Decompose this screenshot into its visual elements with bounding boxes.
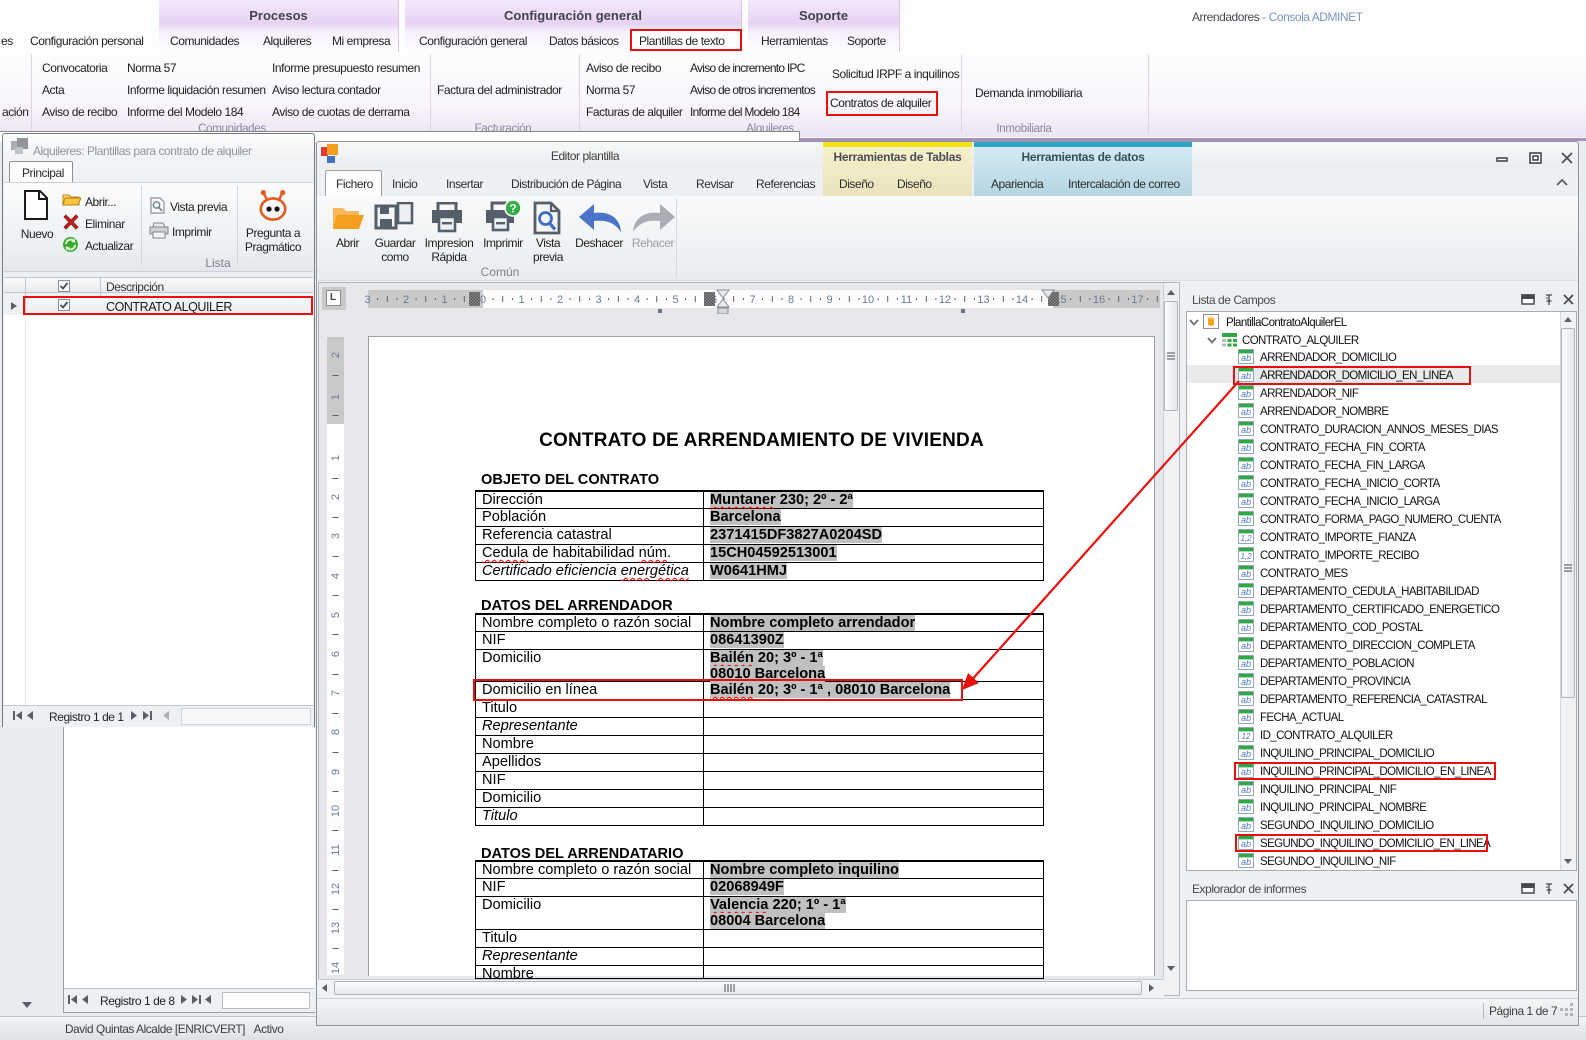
svg-text:4: 4	[634, 294, 640, 306]
svg-text:5: 5	[330, 612, 342, 618]
svg-text:3: 3	[595, 294, 601, 306]
svg-text:13: 13	[330, 922, 342, 934]
svg-text:12: 12	[939, 294, 951, 306]
svg-text:ab: ab	[1241, 713, 1251, 723]
svg-text:9: 9	[826, 294, 832, 306]
svg-text:12: 12	[330, 883, 342, 895]
svg-text:8: 8	[788, 294, 794, 306]
svg-text:ab: ab	[1241, 857, 1251, 867]
svg-text:5: 5	[672, 294, 678, 306]
svg-text:ab: ab	[1241, 353, 1251, 363]
svg-text:9: 9	[330, 769, 342, 775]
svg-text:6: 6	[330, 651, 342, 657]
svg-text:16: 16	[1093, 294, 1105, 306]
svg-text:13: 13	[977, 294, 989, 306]
svg-text:0: 0	[480, 294, 486, 306]
svg-text:7: 7	[749, 294, 755, 306]
svg-text:11: 11	[330, 844, 342, 855]
svg-text:17: 17	[1131, 294, 1143, 306]
svg-text:2: 2	[330, 352, 342, 358]
svg-text:14: 14	[1016, 294, 1028, 306]
svg-text:2: 2	[403, 294, 409, 306]
svg-text:3: 3	[364, 294, 370, 306]
svg-text:ab: ab	[1241, 749, 1251, 759]
svg-text:8: 8	[330, 729, 342, 735]
svg-text:ab: ab	[1241, 821, 1251, 831]
svg-text:12: 12	[1242, 732, 1251, 741]
svg-text:10: 10	[330, 805, 342, 817]
svg-text:14: 14	[330, 962, 342, 974]
svg-text:1: 1	[330, 394, 342, 400]
svg-text:1: 1	[441, 294, 447, 306]
svg-text:ab: ab	[1241, 785, 1251, 795]
svg-text:ab: ab	[1241, 803, 1251, 813]
svg-text:10: 10	[862, 294, 874, 306]
svg-text:?: ?	[509, 202, 516, 216]
svg-text:2: 2	[330, 494, 342, 500]
svg-text:2: 2	[557, 294, 563, 306]
svg-text:4: 4	[330, 573, 342, 579]
svg-text:3: 3	[330, 533, 342, 539]
svg-text:1: 1	[330, 455, 342, 461]
svg-text:7: 7	[330, 690, 342, 696]
svg-text:11: 11	[901, 294, 912, 306]
svg-text:1: 1	[518, 294, 524, 306]
